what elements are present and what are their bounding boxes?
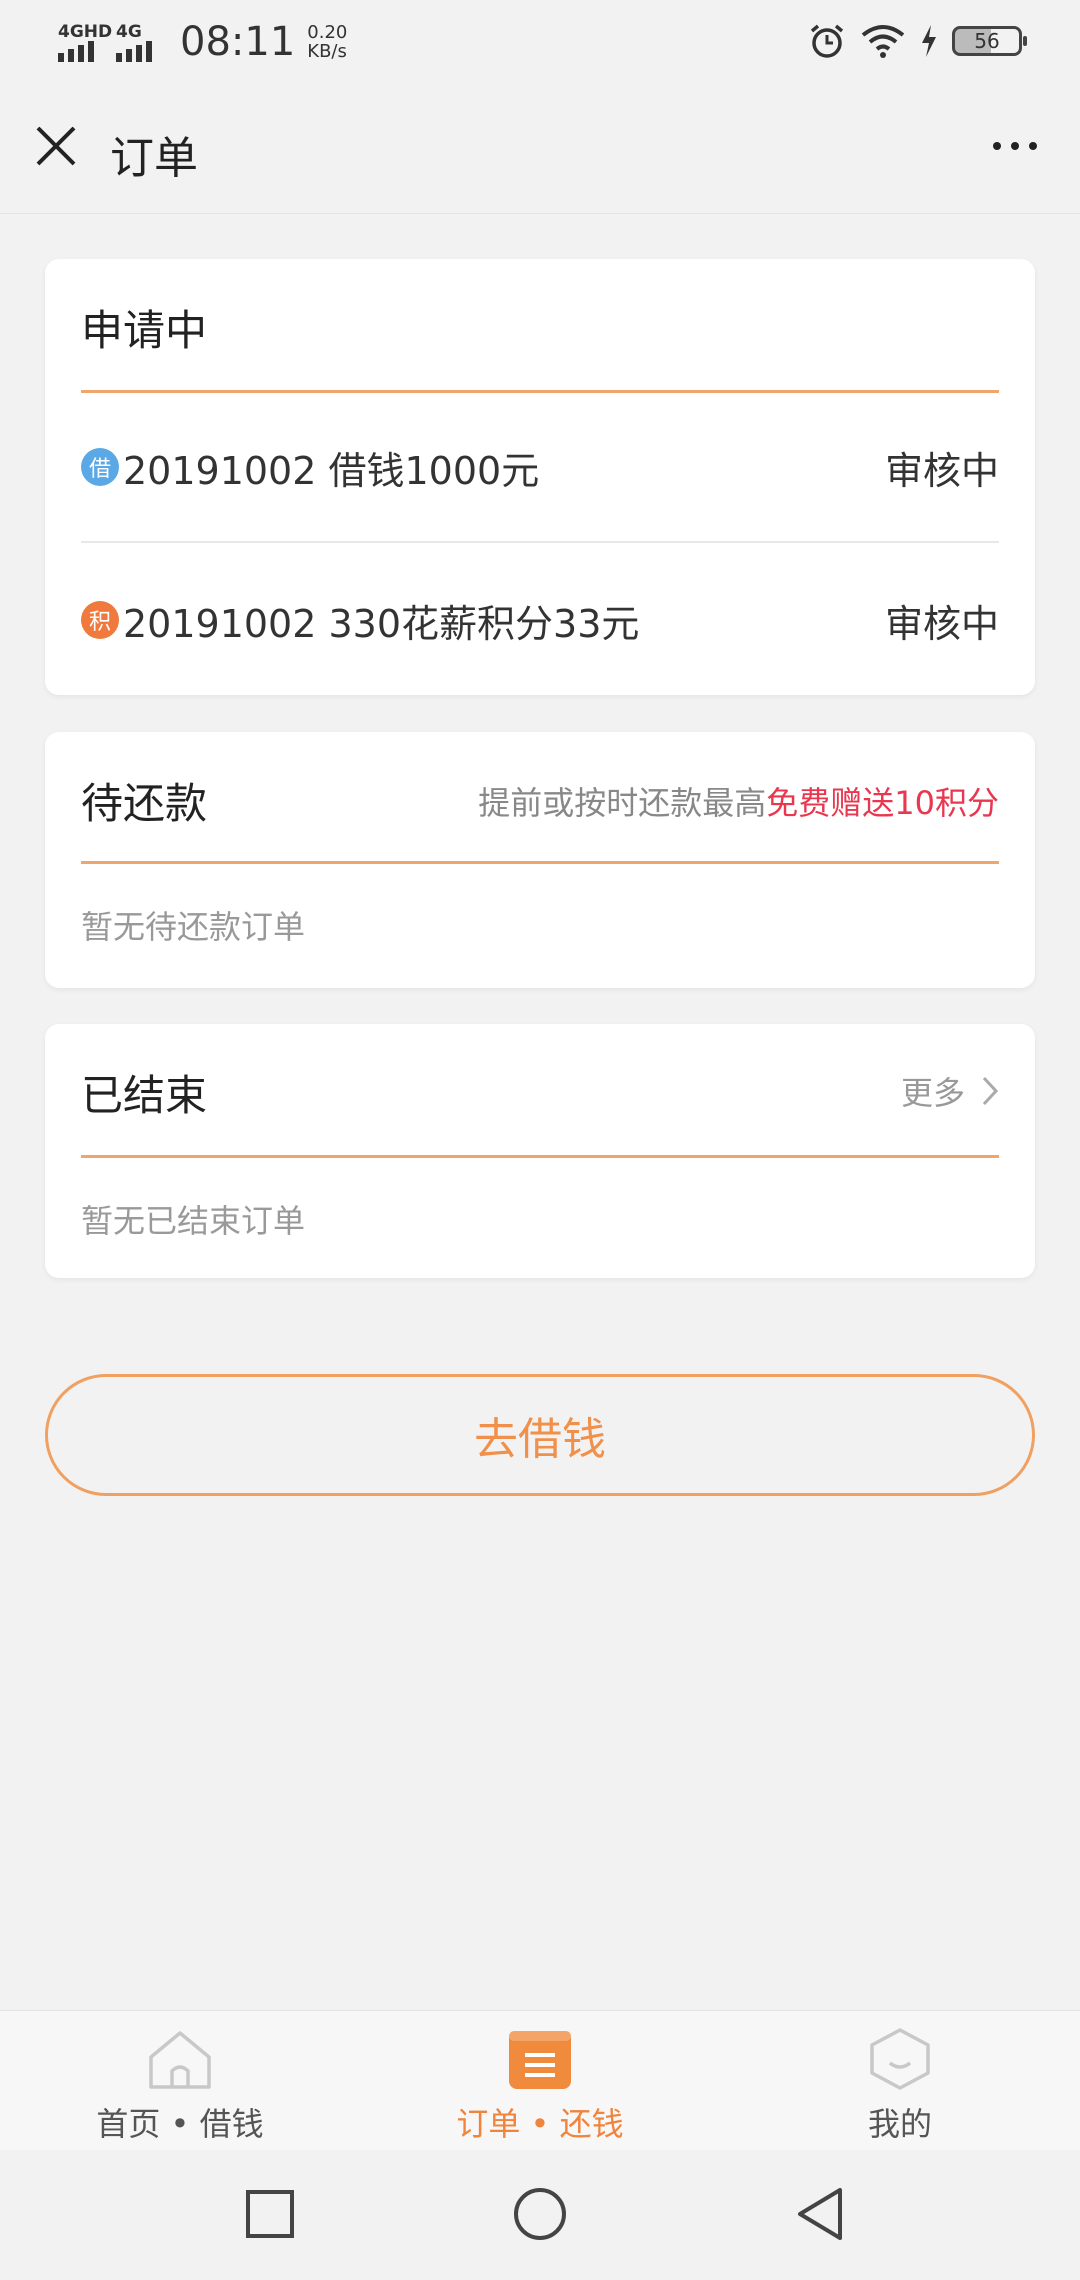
wifi-icon — [861, 25, 905, 58]
clock: 08:11 — [180, 19, 296, 65]
recent-apps-icon[interactable] — [240, 2184, 300, 2244]
order-icon — [509, 2031, 571, 2089]
hint-highlight: 免费赠送10积分 — [766, 784, 999, 822]
tab-label: 我的 — [867, 2105, 932, 2143]
smile-icon — [870, 2028, 930, 2090]
network-speed: 0.20 KB/s — [307, 23, 347, 61]
tab-orders[interactable]: 订单 • 还钱 — [360, 2011, 720, 2151]
order-title: 20191002 330花薪积分33元 — [123, 601, 640, 646]
battery-level: 56 — [974, 29, 1000, 53]
order-row[interactable]: 积 20191002 330花薪积分33元 审核中 — [81, 545, 999, 695]
more-options-icon[interactable] — [980, 126, 1050, 166]
card-header: 申请中 — [81, 259, 999, 393]
go-borrow-button[interactable]: 去借钱 — [45, 1374, 1035, 1496]
close-icon[interactable] — [30, 120, 82, 172]
points-badge-icon: 积 — [81, 601, 119, 639]
empty-message: 暂无已结束订单 — [81, 1202, 306, 1240]
order-title: 20191002 借钱1000元 — [123, 448, 540, 493]
more-label: 更多 — [900, 1074, 965, 1112]
order-row[interactable]: 借 20191002 借钱1000元 审核中 — [81, 393, 999, 543]
tab-home[interactable]: 首页 • 借钱 — [0, 2011, 360, 2151]
tab-label: 订单 • 还钱 — [456, 2105, 624, 2143]
card-header: 已结束 更多 — [81, 1024, 999, 1158]
bottom-tab-bar: 首页 • 借钱 订单 • 还钱 我的 — [0, 2010, 1080, 2150]
applying-card: 申请中 借 20191002 借钱1000元 审核中 积 20191002 33… — [45, 259, 1035, 695]
charging-icon — [922, 25, 936, 57]
signal-icon: 4GHD — [58, 18, 112, 66]
speed-value: 0.20 — [307, 22, 348, 43]
status-bar: 4GHD 4G 08:11 0.20 KB/s 56 — [0, 0, 1080, 82]
battery-icon: 56 — [952, 26, 1027, 56]
signal-label: 4GHD — [58, 22, 113, 42]
home-circle-icon[interactable] — [510, 2184, 570, 2244]
borrow-badge-icon: 借 — [81, 448, 119, 486]
page-title: 订单 — [110, 133, 198, 184]
more-link[interactable]: 更多 — [901, 1068, 999, 1114]
pending-card: 待还款 提前或按时还款最高免费赠送10积分 暂无待还款订单 — [45, 732, 1035, 988]
title-bar: 订单 — [0, 82, 1080, 214]
tab-profile[interactable]: 我的 — [720, 2011, 1080, 2151]
finished-card: 已结束 更多 暂无已结束订单 — [45, 1024, 1035, 1278]
card-title: 申请中 — [81, 306, 208, 355]
card-title: 已结束 — [81, 1071, 208, 1120]
tab-label: 首页 • 借钱 — [96, 2105, 264, 2143]
hint-text: 提前或按时还款最高 — [478, 784, 767, 822]
system-nav-bar — [0, 2150, 1080, 2280]
back-icon[interactable] — [792, 2184, 852, 2244]
card-title: 待还款 — [81, 779, 208, 828]
chevron-right-icon — [982, 1076, 999, 1106]
signal-label: 4G — [116, 22, 142, 42]
empty-message: 暂无待还款订单 — [81, 908, 306, 946]
order-status: 审核中 — [884, 601, 999, 646]
order-status: 审核中 — [884, 448, 999, 493]
speed-unit: KB/s — [307, 41, 347, 62]
repay-hint: 提前或按时还款最高免费赠送10积分 — [478, 778, 999, 824]
card-header: 待还款 提前或按时还款最高免费赠送10积分 — [81, 732, 999, 864]
signal-icon: 4G — [116, 18, 164, 66]
alarm-icon — [810, 24, 844, 58]
home-icon — [149, 2031, 211, 2089]
